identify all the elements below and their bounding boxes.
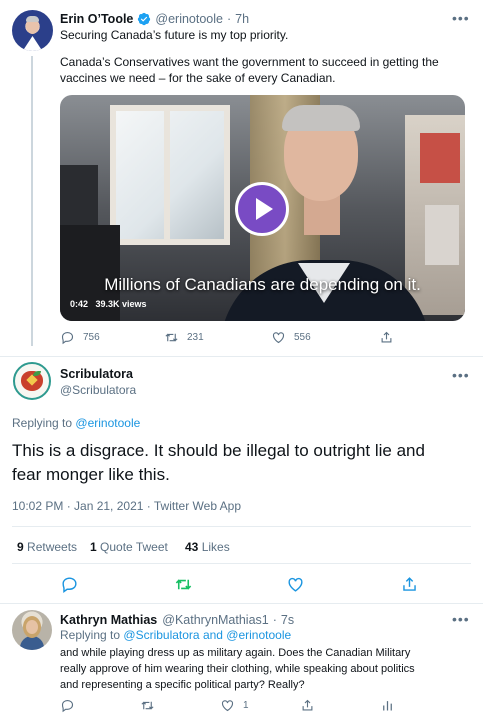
reply-button[interactable]: [60, 575, 79, 594]
retweet-icon: [175, 579, 192, 590]
share-icon: [302, 699, 313, 711]
replying-to: Replying to @Scribulatora and @erinotool…: [60, 628, 291, 642]
divider: [12, 563, 471, 564]
quote-count: 1: [90, 540, 97, 554]
tweet-text-line: vaccines we need – for the sake of every…: [60, 71, 336, 85]
retweet-icon: [165, 333, 178, 342]
replying-to: Replying to @erinotoole: [12, 416, 140, 430]
tweet-time[interactable]: 7h: [235, 12, 249, 26]
retweet-label: Retweets: [27, 540, 78, 554]
replying-to-label: Replying to: [12, 416, 73, 430]
more-options-button[interactable]: •••: [452, 367, 470, 383]
share-button[interactable]: [400, 575, 419, 594]
tweet-text-line: really approve of him wearing their clot…: [60, 663, 415, 675]
share-icon: [381, 331, 392, 343]
more-options-button[interactable]: •••: [452, 10, 470, 26]
retweet-button[interactable]: [140, 698, 220, 713]
separator-dot: ·: [272, 613, 277, 627]
retweet-button[interactable]: [174, 575, 193, 594]
like-button[interactable]: 1: [220, 698, 300, 713]
replying-to-label: Replying to: [60, 628, 121, 642]
reply-icon: [61, 699, 74, 713]
reply-button[interactable]: 756: [60, 330, 164, 345]
tweet-text-line: and while playing dress up as military a…: [60, 647, 411, 659]
author-handle[interactable]: @KathrynMathias1: [162, 613, 269, 627]
erin-otoole-avatar[interactable]: [12, 10, 53, 51]
more-options-button[interactable]: •••: [452, 611, 470, 627]
likes-stat[interactable]: 43 Likes: [185, 540, 230, 554]
reply-action-bar: 1: [60, 698, 403, 713]
kathryn-mathias-avatar[interactable]: [12, 610, 52, 650]
quote-label: Quote Tweet: [100, 540, 168, 554]
author-name[interactable]: Scribulatora: [60, 367, 133, 381]
retweet-count: 9: [17, 540, 24, 554]
retweets-stat[interactable]: 9 Retweets: [17, 540, 77, 554]
tweet-text-line: Canada’s Conservatives want the governme…: [60, 55, 439, 69]
share-button[interactable]: [379, 330, 402, 345]
heart-icon: [288, 577, 303, 592]
reply-count: 756: [83, 332, 100, 343]
analytics-button[interactable]: [380, 698, 403, 713]
author-name[interactable]: Kathryn Mathias: [60, 613, 157, 627]
tweet-action-bar: 756 231 556: [60, 330, 402, 345]
retweet-button[interactable]: 231: [164, 330, 271, 345]
like-count: 556: [294, 332, 311, 343]
quote-tweets-stat[interactable]: 1 Quote Tweet: [90, 540, 168, 554]
replying-to-link[interactable]: @erinotoole: [75, 416, 140, 430]
thread-connector-line: [31, 56, 33, 346]
analytics-icon: [383, 701, 392, 711]
retweet-count: 231: [187, 332, 204, 343]
reply-button[interactable]: [60, 698, 140, 713]
tweet-text-line: and representing a specific political pa…: [60, 679, 305, 691]
video-duration: 0:42: [70, 299, 89, 309]
retweet-icon: [141, 701, 154, 710]
reply-header: Kathryn Mathias @KathrynMathias1 · 7s: [60, 611, 294, 629]
like-count: 1: [243, 700, 249, 711]
like-count: 43: [185, 540, 199, 554]
tweet-time[interactable]: 7s: [281, 613, 294, 627]
author-name[interactable]: Erin O’Toole: [60, 12, 133, 26]
reply-icon: [62, 577, 77, 594]
video-caption: Millions of Canadians are depending on i…: [104, 275, 421, 294]
verified-badge-icon: [138, 12, 151, 26]
separator-dot: ·: [226, 12, 232, 26]
heart-icon: [221, 700, 234, 712]
like-label: Likes: [201, 540, 230, 554]
scribulatora-avatar[interactable]: [13, 362, 51, 400]
tweet-text-line: This is a disgrace. It should be illegal…: [12, 441, 425, 460]
share-icon: [403, 577, 416, 591]
divider: [0, 603, 483, 604]
tweet-timestamp[interactable]: 10:02 PM · Jan 21, 2021 · Twitter Web Ap…: [12, 499, 241, 513]
play-icon[interactable]: [235, 182, 289, 236]
video-player[interactable]: Millions of Canadians are depending on i…: [60, 95, 465, 321]
tweet-text-line: fear monger like this.: [12, 465, 170, 484]
author-handle[interactable]: @Scribulatora: [60, 383, 136, 397]
tweet-text-line: Securing Canada’s future is my top prior…: [60, 28, 289, 42]
author-handle[interactable]: @erinotoole: [155, 12, 223, 26]
divider: [0, 356, 483, 357]
reply-icon: [61, 331, 74, 345]
like-button[interactable]: 556: [271, 330, 379, 345]
heart-icon: [272, 332, 285, 344]
tweet-header: Erin O’Toole @erinotoole · 7h: [60, 10, 249, 28]
divider: [12, 526, 471, 527]
share-button[interactable]: [300, 698, 380, 713]
like-button[interactable]: [286, 575, 305, 594]
video-views: 39.3K views: [95, 299, 147, 309]
replying-to-link[interactable]: @Scribulatora and @erinotoole: [123, 628, 291, 642]
video-meta: 0:42 39.3K views: [70, 299, 147, 309]
